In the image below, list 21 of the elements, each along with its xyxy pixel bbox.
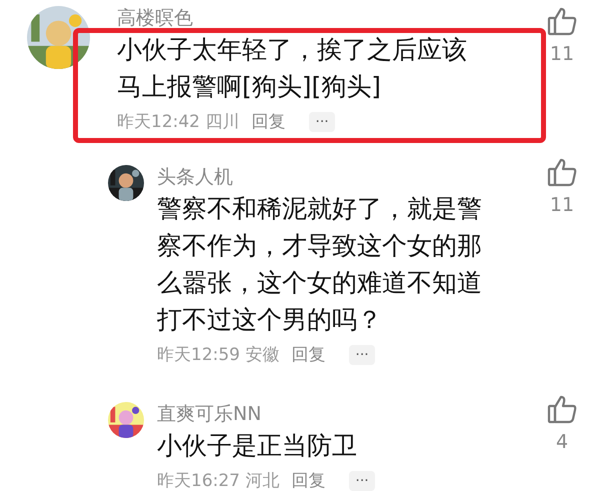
thumbs-up-icon[interactable] (547, 394, 577, 424)
thumbs-up-icon[interactable] (547, 6, 577, 36)
like-count: 4 (556, 430, 568, 454)
more-button[interactable]: ··· (309, 112, 335, 132)
like-count: 11 (550, 193, 574, 217)
username[interactable]: 直爽可乐NN (157, 402, 262, 426)
timestamp-location: 昨天12:59 安徽 (157, 344, 280, 367)
thumbs-up-icon[interactable] (547, 157, 577, 187)
more-button[interactable]: ··· (349, 471, 375, 491)
reply-link[interactable]: 回复 (291, 342, 326, 368)
comment-text: 警察不和稀泥就好了，就是警察不作为，才导致这个女的那么嚣张，这个女的难道不知道打不过这个男的吗？ (157, 193, 483, 336)
comment-text: 小伙子太年轻了，挨了之后应该马上报警啊[狗头][狗头] (117, 34, 468, 103)
like-count: 11 (550, 42, 574, 66)
comment-text: 小伙子是正当防卫 (157, 430, 358, 462)
reply-link[interactable]: 回复 (251, 109, 286, 135)
username[interactable]: 头条人机 (157, 165, 233, 189)
username[interactable]: 高楼暝色 (117, 6, 193, 30)
timestamp-location: 昨天16:27 河北 (157, 470, 280, 491)
reply-link[interactable]: 回复 (291, 468, 326, 491)
timestamp-location: 昨天12:42 四川 (117, 111, 240, 134)
more-button[interactable]: ··· (349, 345, 375, 365)
